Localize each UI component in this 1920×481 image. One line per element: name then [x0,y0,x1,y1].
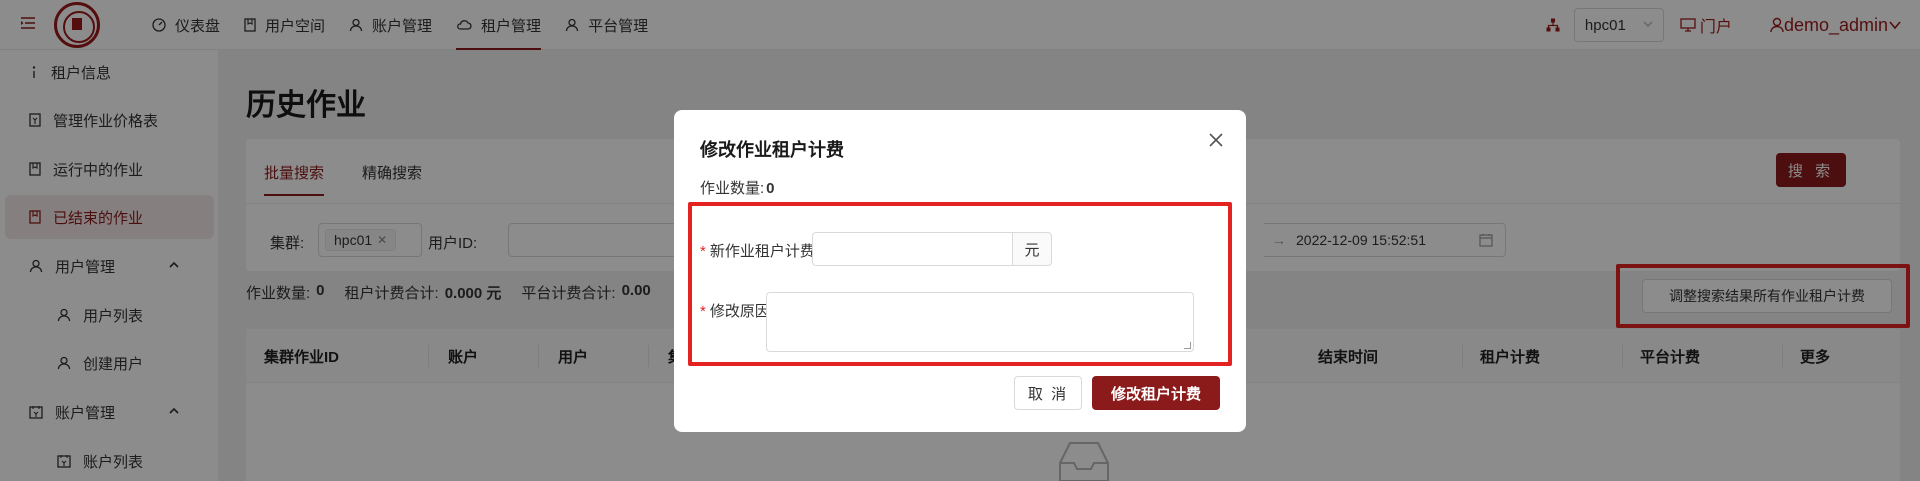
close-icon[interactable] [1208,132,1224,148]
new-fee-label: * 新作业租户计费: [700,240,819,261]
required-asterisk: * [700,243,706,260]
cancel-button[interactable]: 取 消 [1014,376,1082,410]
fee-unit-addon: 元 [1012,232,1052,266]
dialog-title: 修改作业租户计费 [700,140,844,160]
new-fee-input[interactable] [812,232,1012,266]
modify-tenant-fee-button[interactable]: 修改租户计费 [1092,376,1220,410]
fee-form-highlight: * 新作业租户计费: 元 * 修改原因: [688,202,1232,366]
reason-label: * 修改原因: [700,300,774,321]
required-asterisk: * [700,303,706,320]
reason-label-text: 修改原因: [709,303,775,320]
new-fee-label-text: 新作业租户计费: [709,243,820,260]
dialog-job-count-value: 0 [766,180,775,197]
reason-textarea[interactable] [766,292,1194,352]
modify-tenant-fee-dialog: 修改作业租户计费 作业数量: 0 * 新作业租户计费: 元 * 修改原因: 取 消 修… [674,110,1246,432]
dialog-job-count: 作业数量: 0 [700,177,775,198]
dialog-job-count-label: 作业数量: [700,180,765,197]
